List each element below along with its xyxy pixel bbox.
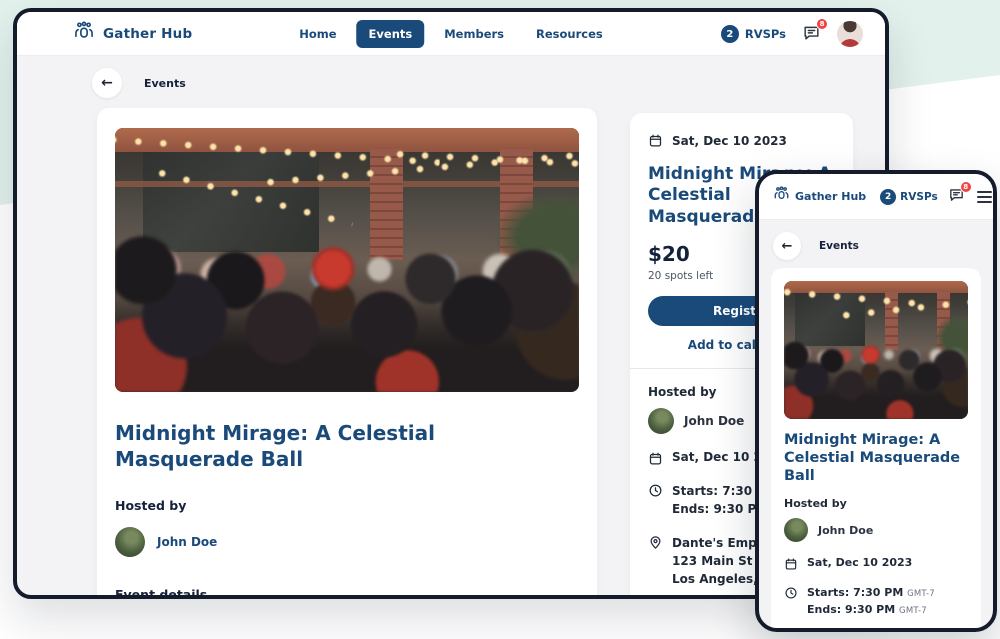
event-title: Midnight Mirage: A Celestial Masquerade … — [115, 420, 579, 472]
nav-item-members[interactable]: Members — [432, 20, 516, 48]
event-photo — [784, 281, 968, 419]
brand-name: Gather Hub — [103, 26, 192, 42]
nav-item-events[interactable]: Events — [357, 20, 425, 48]
time-row-mobile: Starts: 7:30 PM GMT-7 Ends: 9:30 PM GMT-… — [784, 585, 968, 618]
date-row-mobile: Sat, Dec 10 2023 — [784, 556, 968, 571]
user-avatar[interactable] — [837, 21, 863, 47]
brand-name: Gather Hub — [795, 190, 866, 203]
calendar-icon — [648, 451, 663, 466]
top-navbar: Gather Hub Home Events Members Resources… — [17, 12, 885, 56]
clock-icon — [784, 586, 798, 600]
event-date-row: Sat, Dec 10 2023 — [648, 133, 835, 148]
chat-button[interactable]: 8 — [802, 23, 821, 46]
navbar-right: 2 RVSPs 8 — [721, 12, 863, 56]
calendar-icon — [648, 133, 663, 148]
clock-icon — [648, 483, 663, 498]
end-time: Ends: 9:30 PM — [672, 502, 768, 516]
event-date-mobile: Sat, Dec 10 2023 — [807, 556, 912, 571]
hamburger-menu-icon[interactable] — [977, 191, 992, 203]
location-pin-icon — [648, 535, 663, 550]
host-avatar-side — [648, 408, 674, 434]
mobile-chat-button[interactable]: 8 — [948, 186, 965, 207]
brand[interactable]: Gather Hub — [73, 12, 192, 56]
host-name-side: John Doe — [684, 414, 744, 428]
rsvp-label: RVSPs — [745, 27, 786, 41]
host-row-mobile[interactable]: John Doe — [784, 518, 968, 542]
main-nav: Home Events Members Resources — [287, 12, 615, 56]
event-detail-card: Midnight Mirage: A Celestial Masquerade … — [97, 108, 597, 599]
host-avatar — [115, 527, 145, 557]
hosted-by-label-mobile: Hosted by — [784, 497, 968, 510]
nav-item-resources[interactable]: Resources — [524, 20, 615, 48]
event-photo — [115, 128, 579, 392]
breadcrumb: ← Events — [92, 68, 186, 98]
mobile-rsvp-counter[interactable]: 2 RVSPs — [880, 189, 938, 205]
gather-hub-logo-icon — [73, 21, 95, 47]
rsvp-count-badge: 2 — [880, 189, 896, 205]
breadcrumb-label: Events — [819, 240, 859, 252]
host-name-mobile: John Doe — [818, 524, 873, 537]
hosted-by-label: Hosted by — [115, 498, 579, 513]
event-date: Sat, Dec 10 2023 — [672, 134, 787, 148]
mobile-event-card: Midnight Mirage: A Celestial Masquerade … — [771, 268, 981, 632]
end-time: Ends: 9:30 PM — [807, 603, 895, 616]
address-line1: 123 Main St — [672, 554, 752, 568]
gather-hub-logo-icon — [773, 186, 790, 207]
breadcrumb-label: Events — [144, 77, 186, 90]
chat-notification-badge: 8 — [960, 181, 972, 193]
rsvp-label: RVSPs — [900, 191, 938, 203]
mobile-breadcrumb: ← Events — [773, 232, 859, 260]
nav-item-home[interactable]: Home — [287, 20, 348, 48]
host-name: John Doe — [157, 535, 217, 549]
mobile-navbar: Gather Hub 2 RVSPs 8 — [759, 174, 993, 220]
calendar-icon — [784, 557, 798, 571]
host-row[interactable]: John Doe — [115, 527, 579, 557]
rsvp-count-badge: 2 — [721, 25, 739, 43]
chat-notification-badge: 8 — [816, 18, 828, 30]
mobile-app-window: Gather Hub 2 RVSPs 8 ← Events — [755, 170, 997, 632]
end-timezone: GMT-7 — [899, 606, 927, 616]
mobile-back-button[interactable]: ← — [773, 232, 801, 260]
mobile-brand[interactable]: Gather Hub — [773, 186, 866, 207]
start-timezone: GMT-7 — [907, 589, 935, 599]
event-title-mobile: Midnight Mirage: A Celestial Masquerade … — [784, 431, 968, 485]
start-time: Starts: 7:30 PM — [807, 586, 903, 599]
back-button[interactable]: ← — [92, 68, 122, 98]
rsvp-counter[interactable]: 2 RVSPs — [721, 25, 786, 43]
host-avatar-mobile — [784, 518, 808, 542]
event-details-label: Event details — [115, 587, 579, 599]
